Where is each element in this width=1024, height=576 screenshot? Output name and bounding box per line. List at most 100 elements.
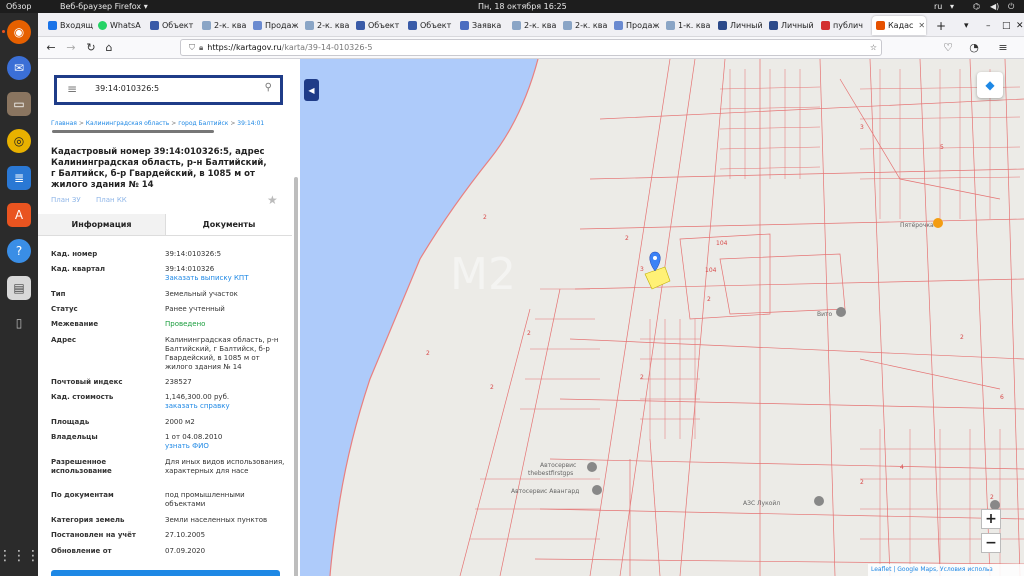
tab-label: Продаж: [626, 21, 660, 30]
home-icon[interactable]: ⌂: [102, 41, 116, 54]
reload-icon[interactable]: ↻: [84, 41, 98, 54]
tab[interactable]: 2-к. ква: [559, 16, 609, 35]
network-icon[interactable]: ⌬: [973, 2, 980, 11]
hamburger-icon[interactable]: ≡: [67, 82, 77, 96]
clock[interactable]: Пн, 18 октября 16:25: [478, 2, 567, 11]
poi-pin-icon: [587, 462, 597, 472]
power-icon[interactable]: ⏻: [1008, 2, 1014, 12]
lock-icon[interactable]: 🔒︎: [199, 43, 203, 53]
site-icon: [356, 21, 365, 30]
zoom-out-button[interactable]: −: [981, 533, 1001, 553]
rhythmbox-icon[interactable]: ◎: [7, 129, 31, 153]
tab-active[interactable]: Кадас ✕: [872, 16, 926, 35]
site-icon: [821, 21, 830, 30]
tab[interactable]: Объект: [352, 16, 402, 35]
tab-label: 2-к. ква: [214, 21, 247, 30]
field-value: Для иных видов использования, характерны…: [165, 458, 285, 475]
cadastral-search-box[interactable]: ≡ 39:14:010326:5 ⚲: [54, 75, 283, 105]
url-bar[interactable]: ⛉ 🔒︎ https://kartagov.ru/karta/39-14-010…: [180, 39, 882, 56]
tab-label: Личный: [730, 21, 763, 30]
running-indicator: [2, 30, 5, 33]
field-label: Категория земель: [51, 516, 125, 524]
search-input[interactable]: 39:14:010326:5: [95, 84, 159, 93]
maximize-icon[interactable]: □: [998, 16, 1010, 35]
kartagov-icon: [876, 21, 885, 30]
show-apps-icon[interactable]: ⋮⋮⋮: [0, 544, 40, 568]
map-canvas[interactable]: 2 3 2 104 104 2 2 2 2 2 2 3 5 4 2 2 6 М2…: [300, 59, 1024, 576]
new-tab-button[interactable]: +: [932, 16, 948, 35]
tab[interactable]: Объект: [404, 16, 454, 35]
tab-info[interactable]: Информация: [38, 214, 165, 236]
zoom-in-button[interactable]: +: [981, 509, 1001, 529]
tab-documents[interactable]: Документы: [165, 214, 292, 236]
poi-pin-icon: [933, 218, 943, 228]
order-kpt-link[interactable]: Заказать выписку КПТ: [165, 274, 285, 283]
tab-label: Личный: [781, 21, 814, 30]
tab[interactable]: 2-к. ква: [301, 16, 351, 35]
plan-kk-link[interactable]: План КК: [96, 196, 127, 204]
thunderbird-icon[interactable]: ✉: [7, 56, 31, 80]
url-path: /karta/39-14-010326-5: [281, 43, 373, 52]
site-icon: [408, 21, 417, 30]
tab[interactable]: 1-к. ква: [662, 16, 712, 35]
volume-icon[interactable]: ◀): [990, 2, 999, 11]
site-icon: [253, 21, 262, 30]
tab[interactable]: Личный: [765, 16, 815, 35]
find-owner-link[interactable]: узнать ФИО: [165, 442, 285, 451]
breadcrumb-item[interactable]: 39:14:01: [237, 120, 264, 127]
tab[interactable]: Объект: [146, 16, 196, 35]
field-label: Постановлен на учёт: [51, 531, 136, 539]
plan-zu-link[interactable]: План ЗУ: [51, 196, 81, 204]
shield-icon[interactable]: ⛉: [189, 43, 195, 53]
breadcrumb-item[interactable]: город Балтийск: [178, 120, 228, 127]
parcel-number: 2: [640, 374, 644, 381]
order-certificate-link[interactable]: заказать справку: [165, 402, 285, 411]
tab-label: Заявка: [472, 21, 502, 30]
favorite-star-icon[interactable]: ★: [267, 193, 278, 207]
files-icon[interactable]: ▭: [7, 92, 31, 116]
breadcrumb-item[interactable]: Калининградская область: [86, 120, 170, 127]
field-value: 39:14:010326: [165, 265, 215, 273]
layers-button[interactable]: ◆: [977, 72, 1003, 98]
usb-drive-icon[interactable]: ▯: [7, 311, 31, 335]
software-icon[interactable]: A: [7, 203, 31, 227]
tab[interactable]: 2-к. ква: [198, 16, 248, 35]
back-icon[interactable]: ←: [44, 41, 58, 54]
panel-scrollbar[interactable]: [294, 177, 298, 576]
app-menu[interactable]: Веб-браузер Firefox ▾: [60, 2, 148, 11]
parcel-number: 2: [490, 384, 494, 391]
action-button[interactable]: [51, 570, 280, 576]
map-attribution[interactable]: Leaflet | Google Maps, Условия использ: [868, 564, 1024, 576]
tab[interactable]: Личный: [714, 16, 764, 35]
tab[interactable]: 2-к. ква: [508, 16, 558, 35]
screenshot-icon[interactable]: ▤: [7, 276, 31, 300]
close-window-icon[interactable]: ✕: [1012, 16, 1024, 35]
tab[interactable]: Продаж: [610, 16, 660, 35]
account-icon[interactable]: ◔: [967, 41, 981, 54]
pocket-icon[interactable]: ♡: [941, 41, 955, 54]
bookmark-star-icon[interactable]: ☆: [870, 43, 877, 52]
breadcrumb-scroll[interactable]: [52, 130, 214, 133]
help-icon[interactable]: ?: [7, 239, 31, 263]
tab-list-button[interactable]: ▾: [960, 16, 976, 35]
cadastral-map[interactable]: 2 3 2 104 104 2 2 2 2 2 2 3 5 4 2 2 6 М2…: [300, 59, 1024, 576]
tab[interactable]: Входящ: [44, 16, 94, 35]
activities-button[interactable]: Обзор: [6, 2, 31, 11]
menu-icon[interactable]: ≡: [996, 41, 1010, 54]
tab[interactable]: Продаж: [249, 16, 299, 35]
tab-close-icon[interactable]: ✕: [918, 21, 925, 30]
breadcrumb-item[interactable]: Главная: [51, 120, 77, 127]
tab[interactable]: WhatsA: [94, 16, 144, 35]
firefox-icon[interactable]: ◉: [7, 20, 31, 44]
tab[interactable]: Заявка: [456, 16, 506, 35]
tab-label: публич: [833, 21, 863, 30]
search-icon[interactable]: ⚲: [265, 82, 272, 93]
poi-label: Пятёрочка: [900, 222, 934, 229]
writer-icon[interactable]: ≣: [7, 166, 31, 190]
collapse-panel-button[interactable]: ◀: [304, 79, 319, 101]
tab[interactable]: публич: [817, 16, 867, 35]
language-indicator[interactable]: ru: [934, 2, 942, 11]
site-icon: [305, 21, 314, 30]
minimize-icon[interactable]: –: [982, 16, 994, 35]
forward-icon[interactable]: →: [64, 41, 78, 54]
